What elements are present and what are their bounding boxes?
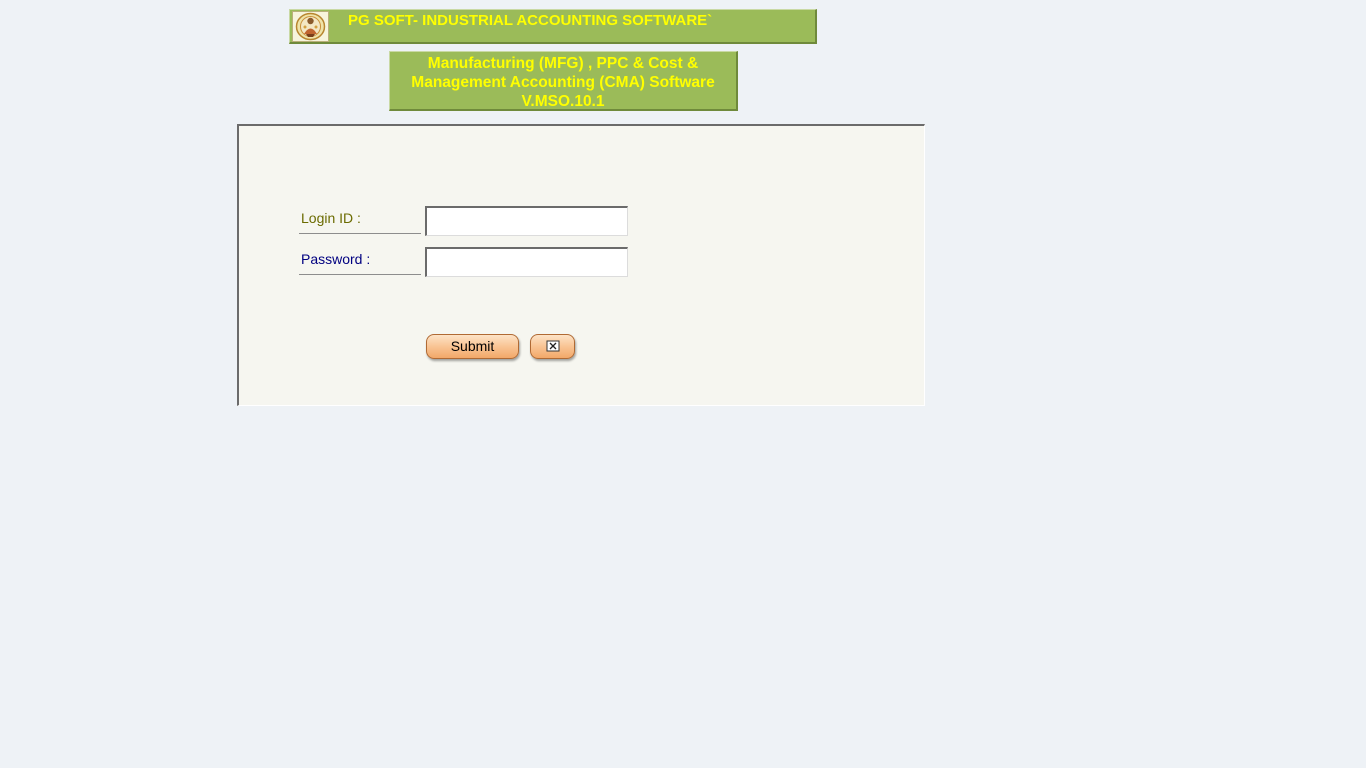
login-id-label: Login ID : [299,206,421,234]
submit-button[interactable]: Submit [426,334,519,359]
submit-button-label: Submit [450,338,495,354]
product-version: V.MSO.10.1 [521,93,605,110]
password-label: Password : [299,247,421,275]
app-title-banner: PG SOFT- INDUSTRIAL ACCOUNTING SOFTWARE` [289,9,817,44]
close-window-icon [546,337,560,357]
app-title: PG SOFT- INDUSTRIAL ACCOUNTING SOFTWARE` [348,12,713,29]
deity-logo-icon [292,11,329,42]
product-line-1: Manufacturing (MFG) , PPC & Cost & [427,55,699,72]
password-input[interactable] [425,247,628,277]
login-panel: Login ID : Password : Submit [237,124,925,406]
login-screen: PG SOFT- INDUSTRIAL ACCOUNTING SOFTWARE`… [0,0,1366,768]
close-button[interactable] [530,334,575,359]
product-line-2: Management Accounting (CMA) Software [411,74,715,91]
login-id-input[interactable] [425,206,628,236]
product-description-banner: Manufacturing (MFG) , PPC & Cost & Manag… [389,51,738,111]
